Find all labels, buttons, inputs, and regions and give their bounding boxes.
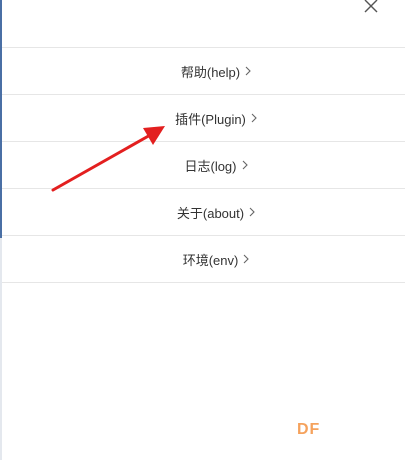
menu-item-help[interactable]: 帮助(help) xyxy=(2,48,405,95)
watermark-logo: DF xyxy=(297,421,321,438)
chevron-right-icon xyxy=(241,160,249,170)
menu-item-label: 帮助(help) xyxy=(180,64,241,80)
close-button[interactable] xyxy=(361,0,381,16)
chevron-right-icon xyxy=(250,113,258,123)
menu-item-log[interactable]: 日志(log) xyxy=(2,142,405,189)
menu-item-label: 关于(about) xyxy=(176,205,245,221)
close-icon xyxy=(364,0,378,13)
menu-item-plugin[interactable]: 插件(Plugin) xyxy=(2,95,405,142)
menu-item-label: 插件(Plugin) xyxy=(175,111,246,127)
menu-item-label: 日志(log) xyxy=(184,158,237,174)
chevron-right-icon xyxy=(244,66,252,76)
menu-item-env[interactable]: 环境(env) xyxy=(2,236,405,283)
settings-menu: 帮助(help) 插件(Plugin) 日志(log) 关于(about) 环境… xyxy=(2,47,405,283)
settings-panel: 帮助(help) 插件(Plugin) 日志(log) 关于(about) 环境… xyxy=(0,0,405,460)
chevron-right-icon xyxy=(248,207,256,217)
chevron-right-icon xyxy=(242,254,250,264)
menu-item-about[interactable]: 关于(about) xyxy=(2,189,405,236)
menu-item-label: 环境(env) xyxy=(182,252,239,268)
